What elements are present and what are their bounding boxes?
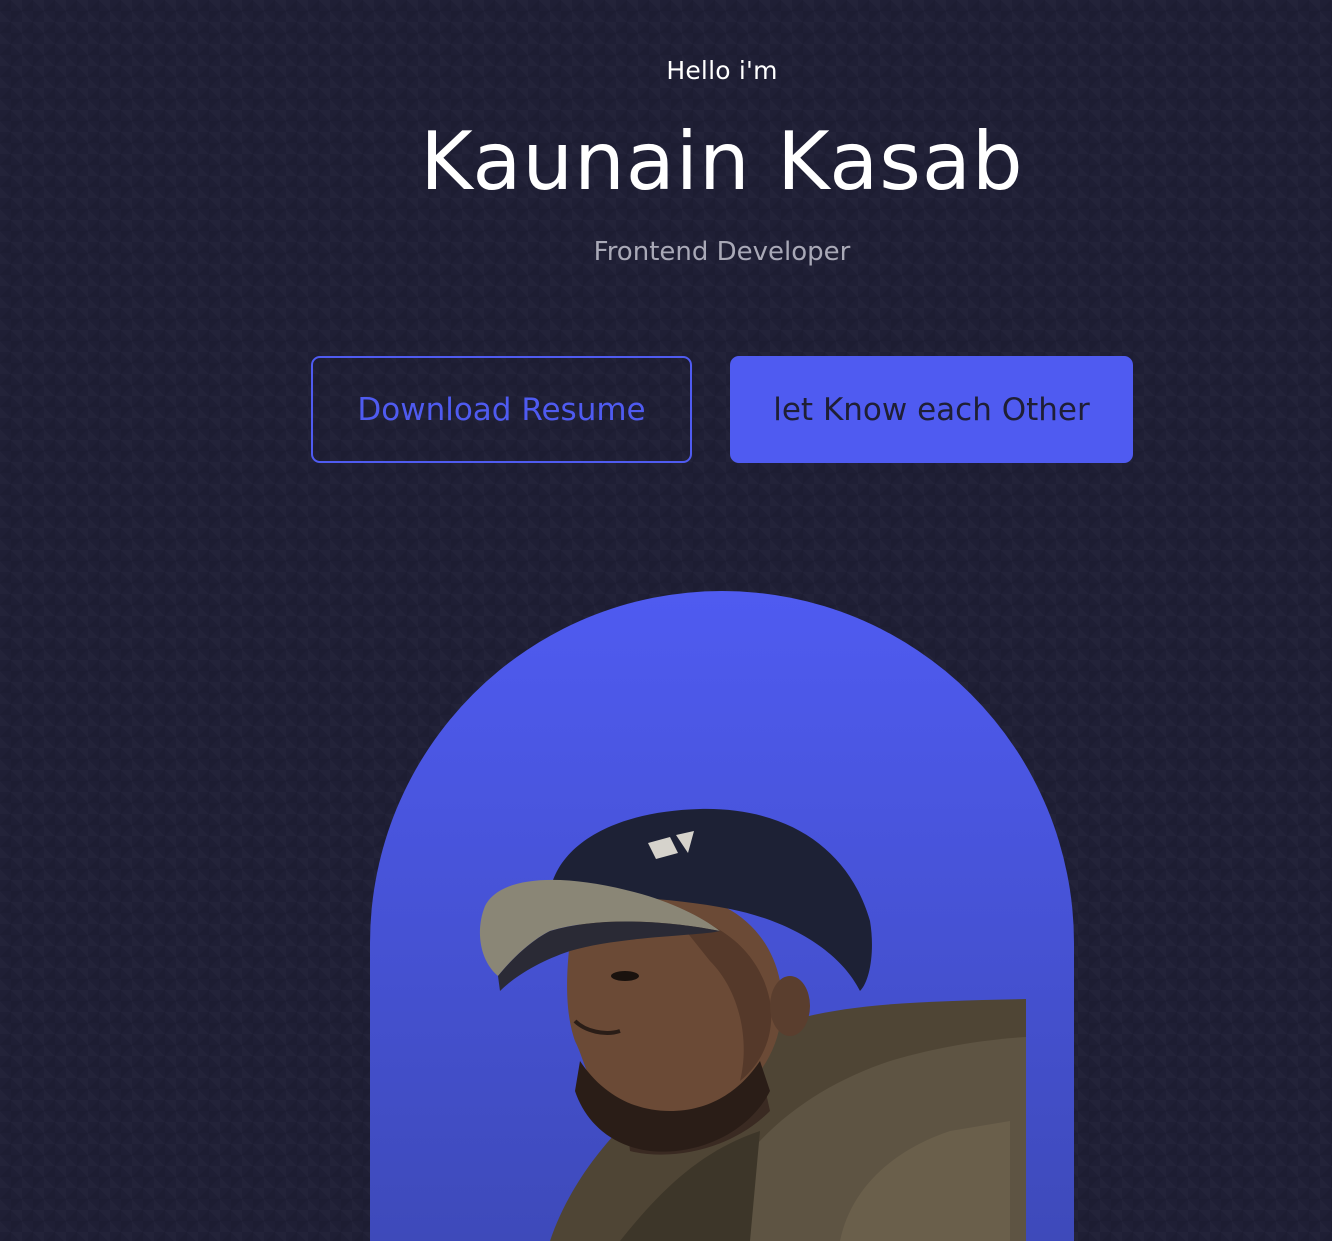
hero-section: Hello i'm Kaunain Kasab Frontend Develop… <box>0 0 1332 1241</box>
download-resume-button[interactable]: Download Resume <box>311 356 692 463</box>
portrait-arch <box>370 591 1074 1241</box>
hero-name: Kaunain Kasab <box>420 115 1024 208</box>
greeting-text: Hello i'm <box>666 56 778 85</box>
contact-button[interactable]: let Know each Other <box>730 356 1133 463</box>
person-photo <box>479 808 1026 1241</box>
hero-role: Frontend Developer <box>593 237 851 267</box>
